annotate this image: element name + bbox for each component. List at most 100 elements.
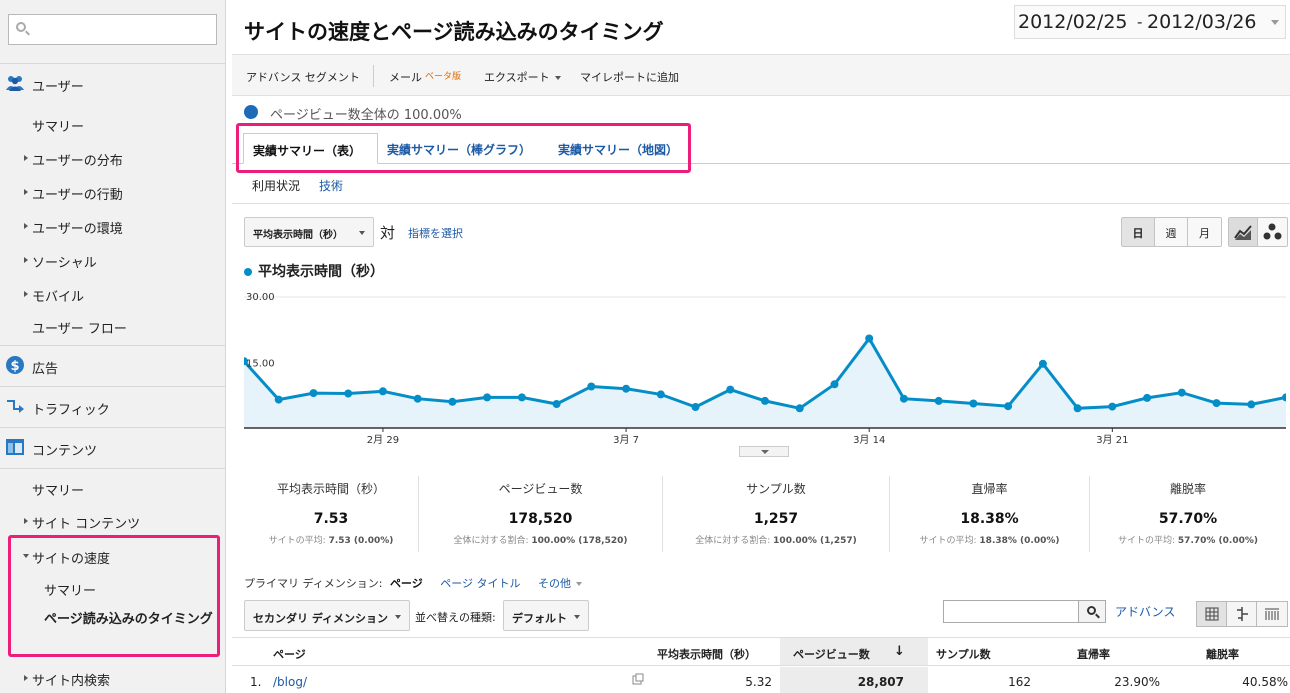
summary-sub-prefix: サイトの平均: — [919, 536, 977, 546]
chart-point[interactable] — [448, 397, 457, 406]
month-button[interactable]: 月 — [1188, 218, 1221, 246]
users-icon — [6, 76, 24, 91]
email-button[interactable]: メール ベータ版 — [389, 69, 461, 85]
sidebar-item-user-distribution[interactable]: ユーザーの分布 — [24, 150, 123, 169]
comparison-view-button[interactable] — [1227, 602, 1257, 626]
chart-point[interactable] — [552, 400, 561, 408]
chart-point[interactable] — [1108, 402, 1117, 411]
chart-point[interactable] — [344, 389, 353, 398]
chart-point[interactable] — [795, 404, 804, 413]
chart-point[interactable] — [934, 396, 943, 405]
chart-point[interactable] — [865, 334, 874, 343]
primary-dimension-page-title[interactable]: ページ タイトル — [440, 577, 520, 590]
chart-point[interactable] — [378, 387, 387, 396]
col-header-exit[interactable]: 離脱率 — [1206, 646, 1239, 662]
chart-point[interactable] — [656, 390, 665, 399]
other-label: その他 — [538, 577, 571, 590]
subtab-usage[interactable]: 利用状況 — [252, 177, 300, 194]
search-icon — [1087, 606, 1096, 615]
chart-type-buttons — [1228, 217, 1288, 247]
col-header-page[interactable]: ページ — [273, 646, 306, 662]
primary-dimension-label: プライマリ ディメンション: — [244, 577, 383, 590]
chevron-down-icon — [1271, 20, 1279, 25]
sidebar-section-users[interactable]: ユーザー — [0, 68, 226, 98]
row-index: 1. — [250, 675, 262, 689]
export-button[interactable]: エクスポート — [484, 69, 561, 85]
search-icon — [16, 22, 26, 32]
chart-point[interactable] — [1177, 388, 1186, 397]
external-link-icon — [632, 673, 644, 685]
sorted-column-bg — [780, 667, 928, 693]
chart-point[interactable] — [1038, 359, 1047, 368]
sidebar-item-social[interactable]: ソーシャル — [24, 252, 97, 271]
select-metric-link[interactable]: 指標を選択 — [408, 225, 463, 241]
day-button[interactable]: 日 — [1122, 218, 1155, 246]
pie-icon — [244, 105, 258, 119]
primary-dimension-other[interactable]: その他 — [538, 577, 582, 590]
table-search-button[interactable] — [1078, 600, 1106, 623]
chart-point[interactable] — [622, 384, 631, 393]
summary-sub: サイトの平均: 18.38% (0.00%) — [890, 533, 1089, 546]
chart-expand-handle[interactable] — [739, 446, 789, 457]
chart-point[interactable] — [413, 394, 422, 403]
chart-point[interactable] — [483, 393, 492, 402]
chart-point[interactable] — [830, 380, 839, 389]
summary-label: 離脱率 — [1169, 482, 1206, 496]
chart-point[interactable] — [587, 382, 596, 391]
sidebar-search-input[interactable] — [8, 14, 217, 45]
chart-point[interactable] — [761, 396, 769, 405]
chart-point[interactable] — [309, 389, 318, 398]
advanced-segment-button[interactable]: アドバンス セグメント — [246, 69, 360, 85]
sidebar-item-user-environment[interactable]: ユーザーの環境 — [24, 218, 123, 237]
date-range-picker[interactable]: 2012/02/25 - 2012/03/26 — [1014, 5, 1286, 39]
chart-point[interactable] — [691, 403, 700, 411]
open-page-icon[interactable] — [632, 673, 644, 688]
chart-point[interactable] — [1212, 399, 1221, 408]
col-header-bounce[interactable]: 直帰率 — [1077, 646, 1110, 662]
highlight-box-sidebar — [8, 535, 220, 657]
svg-text:$: $ — [10, 359, 19, 374]
line-chart-button[interactable] — [1229, 218, 1258, 246]
advanced-filter-link[interactable]: アドバンス — [1115, 603, 1175, 620]
chart-point[interactable] — [517, 393, 526, 402]
col-header-avg-time[interactable]: 平均表示時間（秒） — [657, 646, 756, 662]
week-button[interactable]: 週 — [1155, 218, 1188, 246]
chart-point[interactable] — [969, 399, 978, 408]
summary-sub-prefix: 全体に対する割合: — [695, 536, 771, 546]
versus-label: 対 — [380, 224, 396, 242]
primary-dimension-page[interactable]: ページ — [390, 577, 423, 590]
table-view-button[interactable] — [1197, 602, 1227, 626]
chart-legend: 平均表示時間（秒） — [244, 261, 384, 281]
col-header-samples[interactable]: サンプル数 — [936, 646, 991, 662]
metric-select[interactable]: 平均表示時間（秒） — [244, 217, 374, 247]
pivot-view-button[interactable] — [1257, 602, 1287, 626]
sidebar-section-ads[interactable]: $ 広告 — [0, 350, 226, 380]
legend-label: 平均表示時間（秒） — [258, 264, 384, 280]
sidebar-item-mobile[interactable]: モバイル — [23, 286, 84, 305]
sort-type-select[interactable]: デフォルト — [503, 600, 589, 631]
table-search-input[interactable] — [943, 600, 1079, 623]
sidebar-item-users-summary[interactable]: サマリー — [32, 116, 84, 135]
col-header-pageviews[interactable]: ページビュー数 — [793, 646, 870, 662]
sidebar-item-user-behavior[interactable]: ユーザーの行動 — [24, 184, 123, 203]
chart-point[interactable] — [1247, 400, 1256, 409]
chart-point[interactable] — [1004, 402, 1013, 411]
add-to-myreport-button[interactable]: マイレポートに追加 — [580, 69, 679, 85]
chart-point[interactable] — [899, 394, 908, 403]
chart-point[interactable] — [726, 385, 735, 394]
chart-point[interactable] — [1143, 393, 1152, 402]
report-toolbar: アドバンス セグメント メール ベータ版 エクスポート マイレポートに追加 — [232, 54, 1290, 96]
chart-point[interactable] — [274, 395, 283, 404]
motion-chart-button[interactable] — [1258, 218, 1287, 246]
sidebar-item-user-flow[interactable]: ユーザー フロー — [32, 318, 127, 337]
divider — [0, 386, 226, 387]
chart-point[interactable] — [1073, 404, 1082, 413]
secondary-dimension-select[interactable]: セカンダリ ディメンション — [244, 600, 410, 631]
sidebar-item-site-content[interactable]: サイト コンテンツ — [23, 513, 140, 532]
sidebar-item-content-summary[interactable]: サマリー — [32, 480, 84, 499]
sidebar-item-site-search[interactable]: サイト内検索 — [23, 670, 110, 689]
sidebar-section-traffic[interactable]: トラフィック — [0, 391, 226, 421]
sidebar-section-content[interactable]: コンテンツ — [0, 432, 226, 462]
row-page-link[interactable]: /blog/ — [273, 675, 307, 689]
subtab-technology[interactable]: 技術 — [319, 177, 343, 194]
